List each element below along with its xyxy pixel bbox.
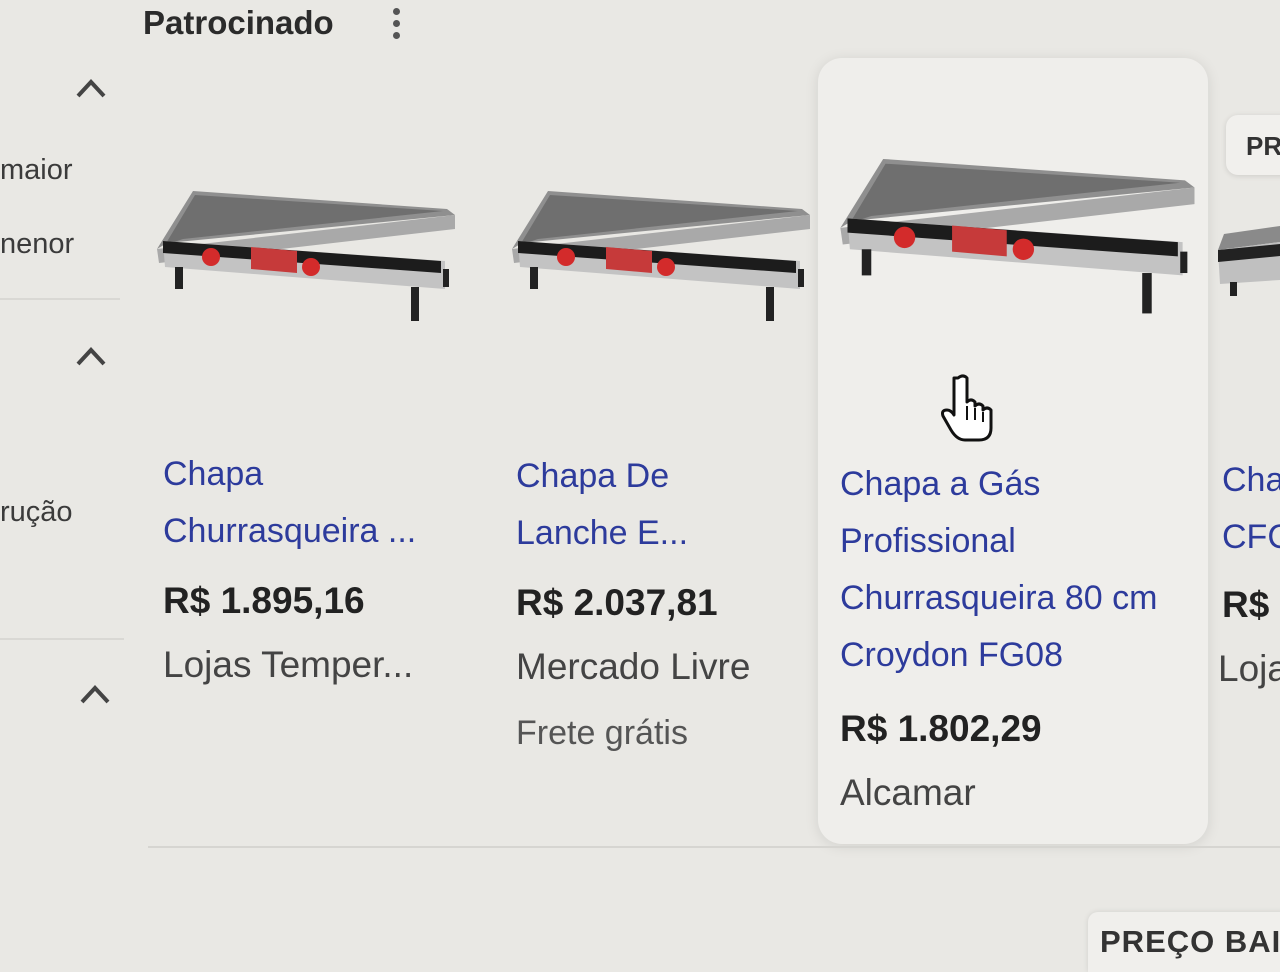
griddle-icon[interactable] bbox=[838, 150, 1204, 320]
sort-option-menor[interactable]: nenor bbox=[0, 228, 74, 261]
product-title-line[interactable]: Chapa bbox=[163, 446, 263, 503]
promo-badge: PR bbox=[1226, 115, 1280, 175]
griddle-icon[interactable] bbox=[508, 185, 820, 325]
product-title-line[interactable]: Chapa a Gás bbox=[840, 456, 1040, 513]
kebab-menu-icon[interactable] bbox=[386, 8, 406, 42]
product-merchant: Alcamar bbox=[840, 772, 976, 813]
sponsored-label: Patrocinado bbox=[143, 4, 334, 41]
product-merchant: Mercado Livre bbox=[516, 646, 751, 687]
chevron-up-icon[interactable] bbox=[78, 682, 112, 706]
product-title-line[interactable]: Profissional bbox=[840, 513, 1016, 570]
divider bbox=[0, 298, 120, 300]
filter-option-rucao[interactable]: rução bbox=[0, 496, 73, 529]
chevron-up-icon[interactable] bbox=[74, 76, 108, 100]
divider bbox=[0, 638, 124, 640]
griddle-icon[interactable] bbox=[1214, 220, 1280, 300]
hand-cursor-icon bbox=[941, 374, 993, 442]
product-price: R$ bbox=[1222, 584, 1270, 625]
product-price: R$ 1.802,29 bbox=[840, 708, 1042, 749]
divider bbox=[148, 846, 1280, 848]
product-title-line[interactable]: Croydon FG08 bbox=[840, 627, 1063, 684]
product-title-line[interactable]: Chapa De bbox=[516, 448, 669, 505]
product-price: R$ 1.895,16 bbox=[163, 580, 365, 621]
sort-option-maior[interactable]: maior bbox=[0, 154, 73, 187]
product-title-line[interactable]: Churrasqueira ... bbox=[163, 503, 416, 560]
griddle-icon[interactable] bbox=[155, 185, 463, 325]
product-price: R$ 2.037,81 bbox=[516, 582, 718, 623]
price-filter-chip[interactable]: PREÇO BAIX bbox=[1088, 912, 1280, 972]
price-filter-label: PREÇO BAIX bbox=[1100, 924, 1280, 959]
product-title-line[interactable]: Lanche E... bbox=[516, 505, 688, 562]
product-merchant: Loja bbox=[1218, 648, 1280, 689]
free-shipping-label: Frete grátis bbox=[516, 714, 688, 752]
promo-badge-label: PR bbox=[1246, 131, 1280, 161]
product-title-line[interactable]: Churrasqueira 80 cm bbox=[840, 570, 1157, 627]
chevron-up-icon[interactable] bbox=[74, 344, 108, 368]
product-merchant: Lojas Temper... bbox=[163, 644, 414, 685]
product-title-line[interactable]: Cha bbox=[1222, 452, 1280, 509]
product-title-line[interactable]: CFC bbox=[1222, 509, 1280, 566]
